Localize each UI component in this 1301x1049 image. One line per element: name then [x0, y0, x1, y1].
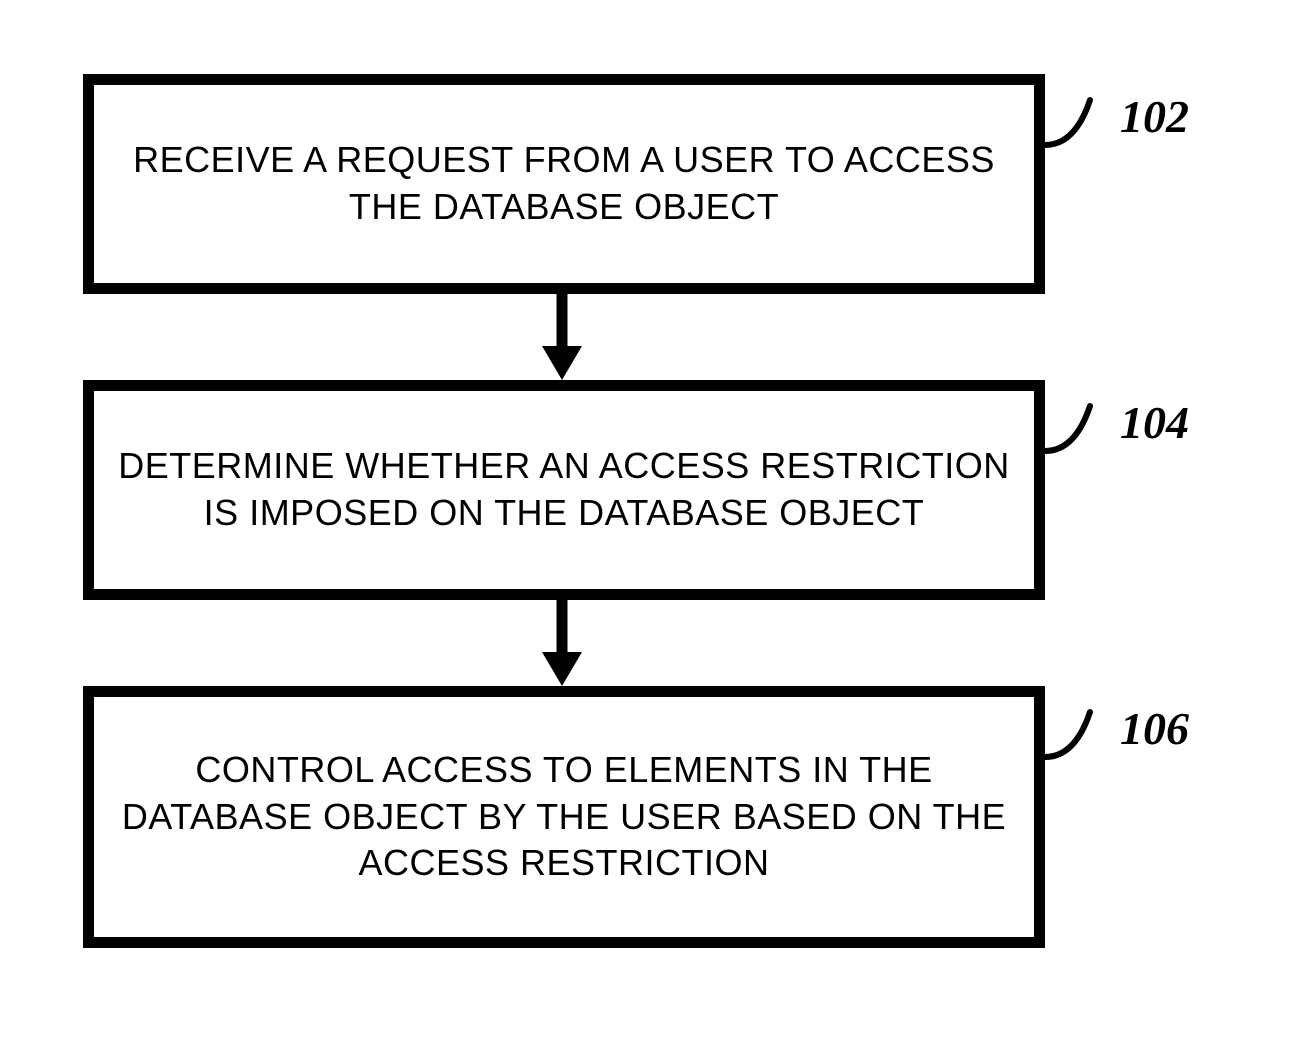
flowchart-step-2: DETERMINE WHETHER AN ACCESS RESTRICTION …	[83, 380, 1045, 600]
flowchart-step-3-ref: 106	[1120, 702, 1189, 755]
flowchart-step-1-text: RECEIVE A REQUEST FROM A USER TO ACCESS …	[94, 137, 1034, 231]
flowchart-step-2-leader	[1045, 406, 1105, 466]
flowchart-step-3-text: CONTROL ACCESS TO ELEMENTS IN THE DATABA…	[94, 747, 1034, 887]
flowchart-step-2-text: DETERMINE WHETHER AN ACCESS RESTRICTION …	[94, 443, 1034, 537]
flowchart-step-2-ref: 104	[1120, 396, 1189, 449]
flowchart-step-1: RECEIVE A REQUEST FROM A USER TO ACCESS …	[83, 74, 1045, 294]
flowchart-step-1-ref: 102	[1120, 90, 1189, 143]
flowchart-step-1-leader	[1045, 100, 1105, 160]
flowchart-step-3: CONTROL ACCESS TO ELEMENTS IN THE DATABA…	[83, 686, 1045, 948]
flowchart-arrow-2-3	[542, 600, 582, 686]
flowchart-step-3-leader	[1045, 712, 1105, 772]
flowchart-canvas: RECEIVE A REQUEST FROM A USER TO ACCESS …	[0, 0, 1301, 1049]
flowchart-arrow-1-2	[542, 294, 582, 380]
